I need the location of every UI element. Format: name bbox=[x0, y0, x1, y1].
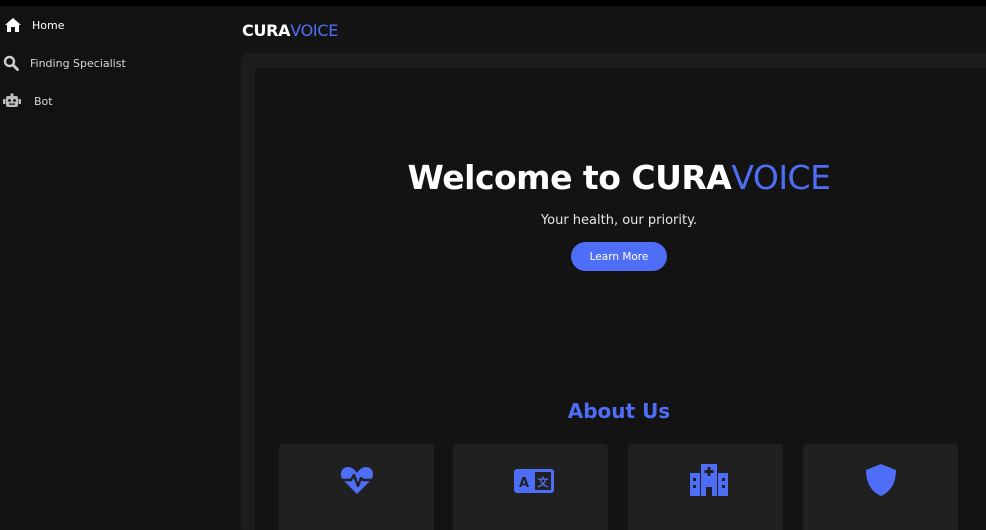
hospital-icon bbox=[688, 462, 728, 498]
home-icon bbox=[2, 14, 24, 36]
sidebar-item-label: Home bbox=[32, 18, 65, 32]
sidebar-item-home[interactable]: Home bbox=[0, 14, 64, 36]
svg-text:文: 文 bbox=[537, 475, 549, 489]
about-title: About Us bbox=[567, 399, 671, 423]
heartbeat-icon bbox=[339, 462, 375, 498]
hero-subtitle: Your health, our priority. bbox=[540, 213, 698, 228]
sidebar-item-label: Bot bbox=[34, 94, 53, 108]
hero-title: Welcome to CURAVOICE bbox=[255, 158, 983, 197]
svg-text:A: A bbox=[518, 476, 528, 491]
sidebar-item-bot[interactable]: Bot bbox=[0, 90, 53, 112]
sidebar-item-label: Finding Specialist bbox=[30, 56, 126, 70]
brand-part-2: VOICE bbox=[290, 21, 339, 40]
hero-title-part-2: VOICE bbox=[731, 158, 831, 197]
about-card-language[interactable]: A 文 bbox=[453, 444, 608, 530]
content-panel: Welcome to CURAVOICE Your health, our pr… bbox=[241, 53, 986, 530]
robot-icon bbox=[1, 90, 23, 112]
about-card-hospital[interactable] bbox=[628, 444, 783, 530]
language-icon: A 文 bbox=[513, 462, 554, 498]
hero-title-part-1: Welcome to CURA bbox=[407, 158, 732, 197]
brand-logo[interactable]: CURAVOICE bbox=[242, 21, 338, 40]
sidebar-item-finding-specialist[interactable]: Finding Specialist bbox=[0, 52, 126, 74]
brand-part-1: CURA bbox=[242, 21, 291, 40]
about-card-health[interactable] bbox=[279, 444, 434, 530]
about-card-security[interactable] bbox=[803, 444, 958, 530]
shield-icon bbox=[863, 462, 899, 498]
sidebar: Home Finding Specialist Bot bbox=[0, 6, 226, 530]
hero-section: Welcome to CURAVOICE Your health, our pr… bbox=[255, 68, 986, 530]
learn-more-button[interactable]: Learn More bbox=[571, 242, 667, 271]
search-icon bbox=[0, 52, 22, 74]
main-content: CURAVOICE Welcome to CURAVOICE Your heal… bbox=[226, 6, 986, 530]
